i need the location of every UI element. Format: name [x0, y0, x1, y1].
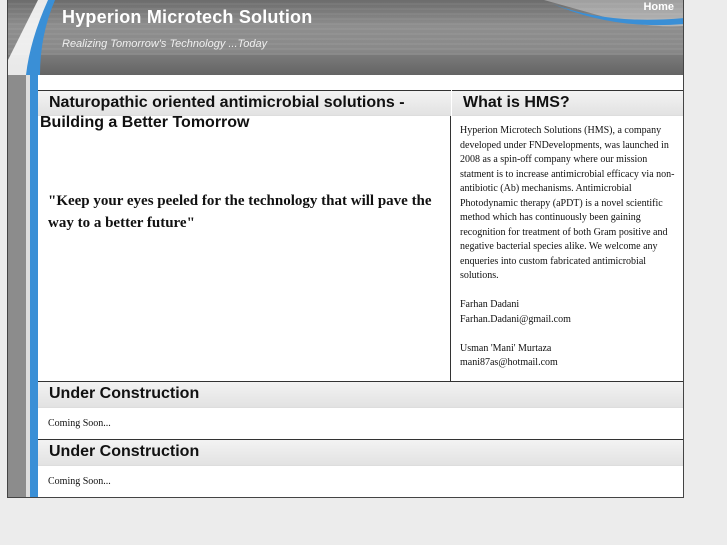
about-heading: What is HMS? — [452, 90, 683, 116]
contact-block-1: Farhan Dadani Farhan.Dadani@gmail.com — [460, 298, 682, 327]
about-body: Hyperion Microtech Solutions (HMS), a co… — [460, 124, 682, 385]
about-description: Hyperion Microtech Solutions (HMS), a co… — [460, 125, 675, 281]
section-body: Coming Soon... — [48, 476, 111, 487]
contact-block-2: Usman 'Mani' Murtaza mani87as@hotmail.co… — [460, 342, 682, 371]
main-heading-line2: Building a Better Tomorrow — [40, 114, 250, 131]
nav-home-link[interactable]: Home — [643, 1, 674, 13]
content-area: Naturopathic oriented antimicrobial solu… — [38, 90, 683, 497]
page: Hyperion Microtech Solution Realizing To… — [7, 0, 684, 498]
site-tagline: Realizing Tomorrow's Technology ...Today — [62, 38, 268, 50]
section-under-construction: Under Construction Coming Soon... — [38, 439, 683, 497]
contact-email: mani87as@hotmail.com — [460, 357, 558, 368]
main-column: Naturopathic oriented antimicrobial solu… — [38, 90, 451, 381]
section-heading: Under Construction — [38, 440, 683, 466]
main-heading: Naturopathic oriented antimicrobial solu… — [38, 90, 451, 116]
section-heading: Under Construction — [38, 382, 683, 408]
section-under-construction: Under Construction Coming Soon... — [38, 381, 683, 439]
about-sidebar: What is HMS? Hyperion Microtech Solution… — [452, 90, 683, 381]
section-body: Coming Soon... — [48, 418, 111, 429]
contact-name: Usman 'Mani' Murtaza — [460, 342, 552, 354]
site-title: Hyperion Microtech Solution — [62, 7, 313, 27]
contact-name: Farhan Dadani — [460, 299, 520, 310]
quote-text: "Keep your eyes peeled for the technolog… — [48, 193, 432, 231]
site-header: Hyperion Microtech Solution Realizing To… — [8, 0, 683, 75]
left-rail-decoration — [8, 75, 38, 497]
contact-email: Farhan.Dadani@gmail.com — [460, 313, 571, 325]
